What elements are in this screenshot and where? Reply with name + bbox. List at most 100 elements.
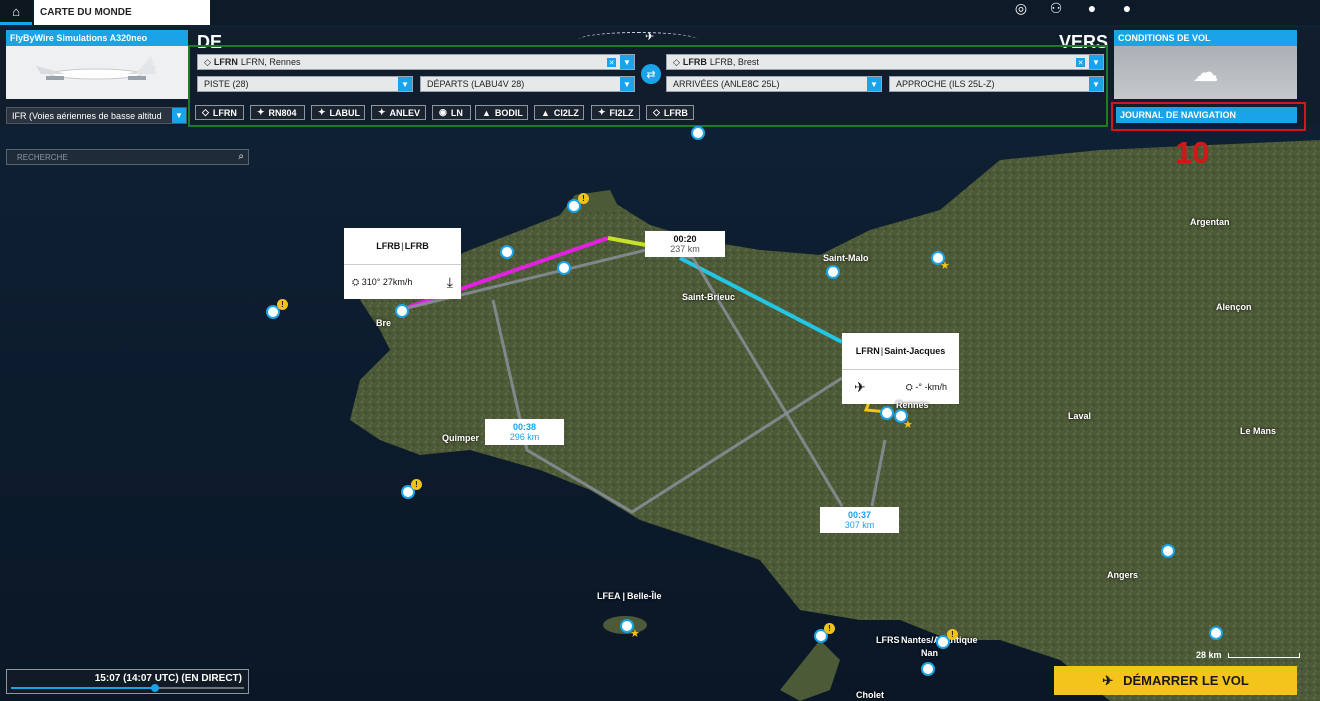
account-icon[interactable]: ● bbox=[1116, 0, 1138, 16]
start-flight-button[interactable]: ✈ DÉMARRER LE VOL bbox=[1054, 666, 1297, 695]
chevron-down-icon[interactable]: ▼ bbox=[398, 77, 412, 91]
city-label: Angers bbox=[1107, 570, 1139, 580]
arrival-box-code: LFRB bbox=[376, 241, 401, 251]
plane-icon: ✈ bbox=[645, 31, 655, 43]
arrival-procedure-value: ARRIVÉES (ANLE8C 25L) bbox=[673, 79, 780, 89]
departure-airport-info-box[interactable]: LFRN | Saint-Jacques ✈ ⛭ -° -km/h bbox=[842, 333, 959, 404]
city-label: Alençon bbox=[1216, 302, 1252, 312]
warning-icon: ! bbox=[824, 623, 835, 634]
waypoint-chip[interactable]: ◇ LFRN bbox=[195, 105, 244, 120]
arrival-code: LFRB bbox=[682, 57, 707, 67]
flight-rules-value: IFR (Voies aériennes de basse altitud bbox=[12, 110, 162, 121]
time-slider-fill bbox=[11, 687, 156, 689]
weather-title: CONDITIONS DE VOL bbox=[1114, 30, 1297, 46]
waypoint-chip[interactable]: ✦ RN804 bbox=[250, 105, 305, 120]
chevron-down-icon[interactable]: ▼ bbox=[620, 55, 634, 69]
arrival-name: LFRB, Brest bbox=[709, 57, 759, 67]
ndb-icon: ◉ bbox=[439, 107, 447, 117]
waypoint-chip[interactable]: ▲ BODIL bbox=[475, 105, 528, 120]
page-tab-title: CARTE DU MONDE bbox=[34, 0, 210, 25]
clear-arrival-icon[interactable]: ✕ bbox=[1076, 58, 1085, 67]
fix-icon: ▲ bbox=[541, 107, 550, 118]
departure-box-name: Saint-Jacques bbox=[884, 346, 946, 356]
chevron-down-icon[interactable]: ▼ bbox=[620, 77, 634, 91]
clear-departure-icon[interactable]: ✕ bbox=[607, 58, 616, 67]
waypoint-chip[interactable]: ◇ LFRB bbox=[646, 105, 694, 120]
chevron-down-icon[interactable]: ▼ bbox=[172, 108, 186, 123]
star-icon: ★ bbox=[903, 419, 913, 431]
leg-time-box[interactable]: 00:38 296 km bbox=[485, 419, 564, 445]
nantes-code-label: LFRS bbox=[876, 635, 900, 645]
departure-code: LFRN bbox=[213, 57, 238, 67]
city-label: Quimper bbox=[442, 433, 480, 443]
waypoint-chip[interactable]: ✦ FI2LZ bbox=[591, 105, 640, 120]
chevron-down-icon[interactable]: ▼ bbox=[867, 77, 881, 91]
arrival-airport-field[interactable]: ◇ LFRB LFRB, Brest ✕ ▼ bbox=[666, 54, 1104, 70]
community-icon[interactable]: ⚇ bbox=[1045, 0, 1067, 16]
chevron-down-icon[interactable]: ▼ bbox=[1089, 77, 1103, 91]
waypoint-chip[interactable]: ▲ CI2LZ bbox=[534, 105, 584, 120]
airport-icon: ◇ bbox=[204, 56, 211, 67]
departure-wind: -° -km/h bbox=[915, 381, 947, 392]
search-input[interactable]: RECHERCHE ⌕ bbox=[6, 149, 249, 165]
time-of-day-panel[interactable]: 15:07 (14:07 UTC) (EN DIRECT) bbox=[6, 669, 249, 694]
belle-ile-label: LFEA | Belle-Île bbox=[597, 591, 662, 601]
arrival-airport-marker[interactable] bbox=[395, 304, 409, 318]
city-label: Saint-Brieuc bbox=[682, 292, 736, 302]
search-icon[interactable]: ⌕ bbox=[238, 151, 244, 162]
arrival-wind: 310° 27km/h bbox=[361, 276, 413, 287]
warning-icon: ! bbox=[277, 299, 288, 310]
time-display: 15:07 (14:07 UTC) (EN DIRECT) bbox=[94, 673, 242, 684]
arrival-procedure-select[interactable]: ARRIVÉES (ANLE8C 25L) ▼ bbox=[666, 76, 882, 92]
home-icon[interactable]: ⌂ bbox=[0, 0, 32, 25]
map-marker[interactable] bbox=[691, 126, 705, 140]
aircraft-name: FlyByWire Simulations A320neo bbox=[6, 30, 188, 46]
profile-icon[interactable]: ● bbox=[1081, 0, 1103, 16]
weather-card[interactable]: CONDITIONS DE VOL ☁ bbox=[1114, 30, 1297, 99]
swap-airports-button[interactable]: ⇄ bbox=[641, 64, 661, 84]
leg-time-box[interactable]: 00:37 307 km bbox=[820, 507, 899, 533]
departure-procedure-select[interactable]: DÉPARTS (LABU4V 28) ▼ bbox=[420, 76, 635, 92]
intersection-icon: ✦ bbox=[598, 107, 606, 117]
aircraft-image bbox=[6, 46, 188, 99]
flight-rules-select[interactable]: IFR (Voies aériennes de basse altitud ▼ bbox=[6, 107, 187, 124]
city-label: Cholet bbox=[856, 690, 884, 700]
chevron-down-icon[interactable]: ▼ bbox=[1089, 55, 1103, 69]
achievements-icon[interactable]: ◎ bbox=[1010, 0, 1032, 16]
map-scale: 28 km bbox=[1196, 650, 1301, 660]
map-marker[interactable] bbox=[1209, 626, 1223, 640]
waypoint-chip[interactable]: ✦ ANLEV bbox=[371, 105, 426, 120]
arrival-airport-info-box[interactable]: LFRB | LFRB ⛭ 310° 27km/h ⤓ bbox=[344, 228, 461, 299]
landing-icon: ⤓ bbox=[446, 273, 453, 290]
approach-value: APPROCHE (ILS 25L-Z) bbox=[896, 79, 995, 89]
departure-airport-field[interactable]: ◇ LFRN LFRN, Rennes ✕ ▼ bbox=[197, 54, 635, 70]
waypoint-chip[interactable]: ✦ LABUL bbox=[311, 105, 365, 120]
approach-select[interactable]: APPROCHE (ILS 25L-Z) ▼ bbox=[889, 76, 1104, 92]
city-label: Laval bbox=[1068, 411, 1092, 421]
vor-marker[interactable] bbox=[557, 261, 571, 275]
airport-icon: ◇ bbox=[673, 56, 680, 67]
city-label: Saint-Malo bbox=[823, 253, 869, 263]
aircraft-card[interactable]: FlyByWire Simulations A320neo bbox=[6, 30, 188, 99]
start-flight-label: DÉMARRER LE VOL bbox=[1123, 673, 1249, 688]
city-label: Argentan bbox=[1190, 217, 1230, 227]
departure-procedure-value: DÉPARTS (LABU4V 28) bbox=[427, 79, 525, 89]
annotation-number: 10 bbox=[1175, 135, 1210, 170]
time-slider[interactable] bbox=[11, 684, 244, 692]
time-slider-knob[interactable] bbox=[151, 684, 160, 692]
star-icon: ★ bbox=[940, 260, 950, 272]
departure-airport-marker[interactable] bbox=[880, 406, 894, 420]
warning-icon: ! bbox=[578, 193, 589, 204]
waypoint-chip[interactable]: ◉ LN bbox=[432, 105, 471, 120]
city-label: Nan bbox=[921, 648, 939, 658]
angers-airport-marker[interactable] bbox=[1161, 544, 1175, 558]
map-marker[interactable] bbox=[500, 245, 514, 259]
intersection-icon: ✦ bbox=[378, 107, 386, 117]
saint-malo-airport-marker[interactable] bbox=[826, 265, 840, 279]
fix-icon: ▲ bbox=[482, 107, 491, 118]
wind-icon: ⛭ bbox=[905, 381, 913, 392]
leg-time-box[interactable]: 00:20 237 km bbox=[645, 231, 725, 257]
runway-select[interactable]: PISTE (28) ▼ bbox=[197, 76, 413, 92]
star-icon: ★ bbox=[630, 628, 640, 640]
map-marker[interactable] bbox=[921, 662, 935, 676]
